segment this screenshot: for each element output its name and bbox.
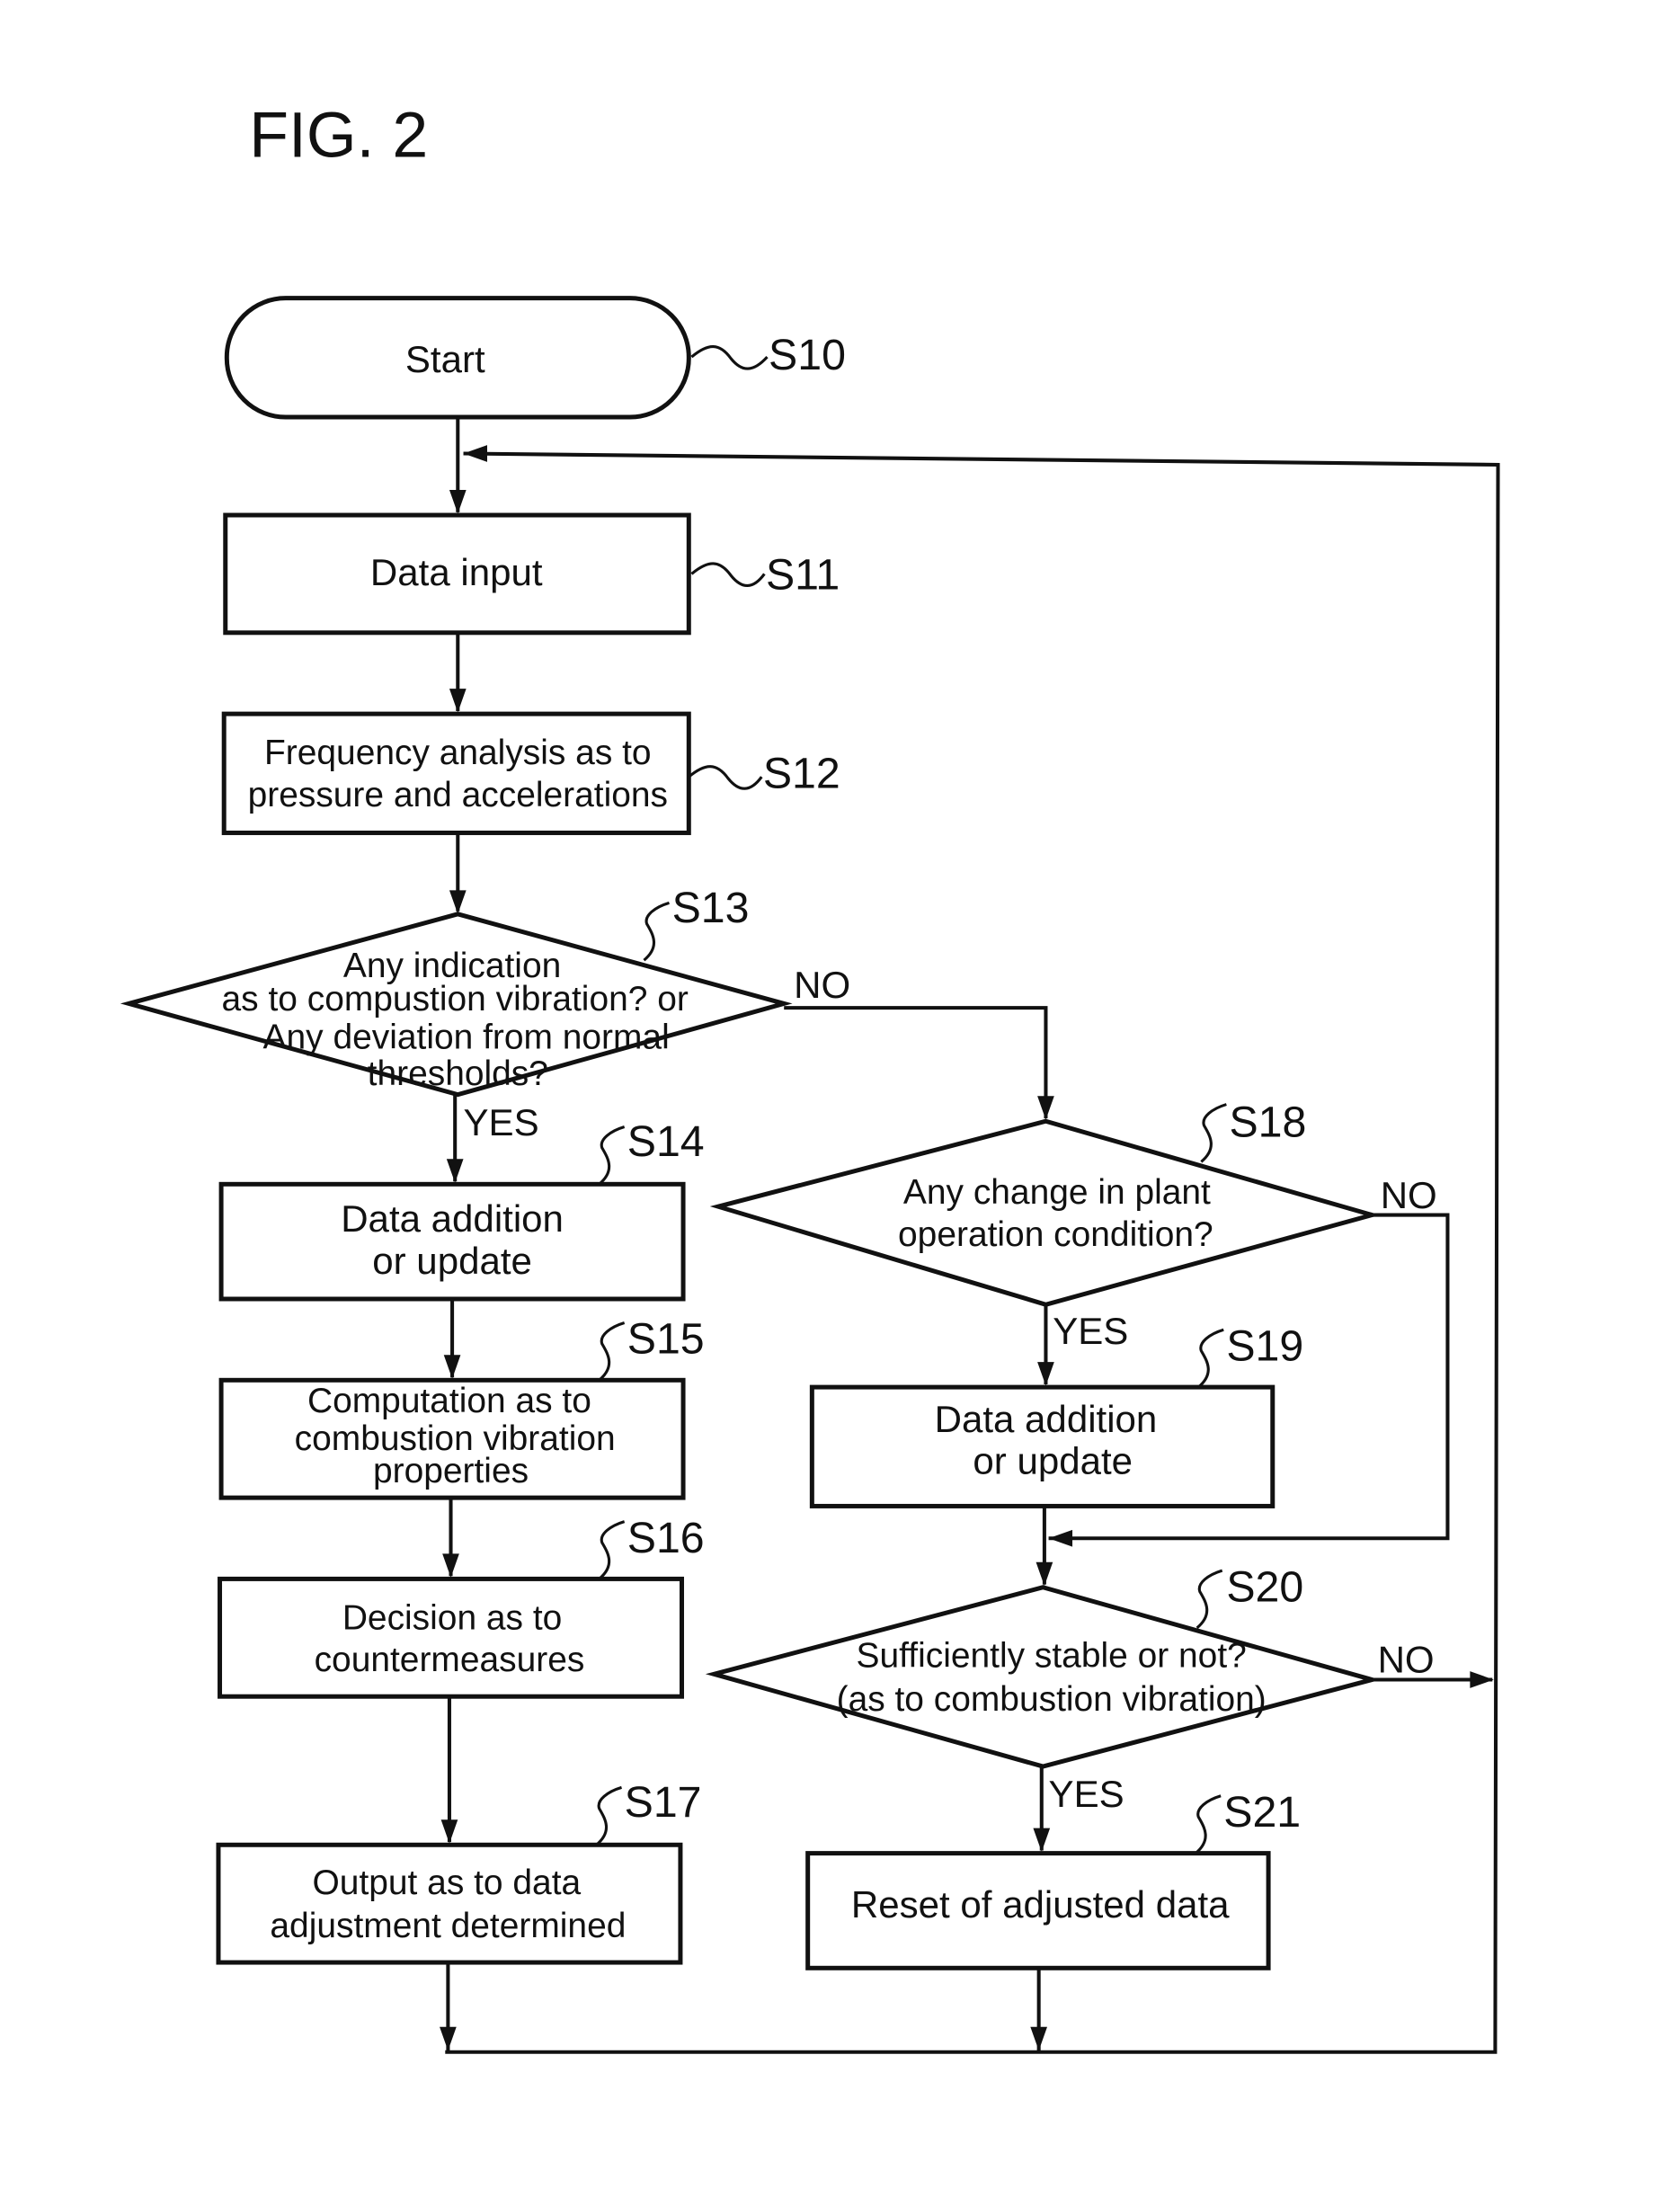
node-s10-start: Start — [224, 296, 691, 420]
node-text: Data input — [370, 551, 543, 593]
node-text: Reset of adjusted data — [851, 1883, 1230, 1926]
step-label-s12: S12 — [763, 750, 840, 798]
step-label-s13: S13 — [672, 884, 750, 932]
step-label-s10: S10 — [769, 331, 846, 379]
leader-s15 — [598, 1321, 626, 1382]
node-text: operation condition? — [898, 1215, 1213, 1254]
leader-s18 — [1200, 1103, 1227, 1163]
node-text: Sufficiently stable or not? — [857, 1637, 1247, 1676]
leader-s16 — [598, 1520, 626, 1580]
step-label-s14: S14 — [627, 1117, 705, 1166]
branch-label-s13-yes: YES — [464, 1101, 539, 1143]
arrow-down-icon — [449, 689, 467, 713]
step-label-s17: S17 — [625, 1778, 702, 1827]
step-label-s15: S15 — [627, 1315, 705, 1364]
node-s20-decision-stability: Sufficiently stable or not? (as to combu… — [705, 1585, 1381, 1769]
leader-s10 — [690, 345, 769, 370]
node-s11-data-input: Data input — [223, 512, 691, 636]
node-text: (as to combustion vibration) — [837, 1680, 1267, 1719]
node-text: Any deviation from normal — [263, 1018, 670, 1056]
arrow-down-icon — [449, 890, 467, 914]
node-text: adjustment determined — [270, 1907, 626, 1945]
arrow-down-icon — [440, 2026, 457, 2051]
leader-s12 — [688, 765, 763, 790]
node-text: or update — [973, 1440, 1133, 1482]
arrow-left-icon — [1048, 1529, 1073, 1547]
flowchart-canvas: FIG. 2 Start Data input Frequency analys… — [120, 99, 1500, 2054]
node-s14-data-addition: Data addition or update — [218, 1181, 686, 1302]
arrow-down-icon — [1036, 1561, 1053, 1587]
node-text: Any change in plant — [903, 1173, 1211, 1212]
node-text: Start — [405, 338, 485, 380]
leader-s20 — [1196, 1569, 1223, 1630]
node-s15-computation: Computation as to combustion vibration p… — [218, 1377, 686, 1500]
node-text: as to compustion vibration? or — [222, 980, 689, 1018]
step-label-s19: S19 — [1226, 1322, 1303, 1371]
arrow-down-icon — [1033, 1828, 1051, 1853]
node-s18-decision-plant-condition: Any change in plant operation condition? — [709, 1118, 1381, 1307]
node-text: pressure and accelerations — [248, 776, 668, 814]
process-box — [221, 711, 691, 835]
node-text: thresholds? — [368, 1054, 548, 1093]
node-s12-frequency-analysis: Frequency analysis as to pressure and ac… — [221, 711, 691, 835]
branch-label-s18-no: NO — [1381, 1174, 1437, 1216]
decision-diamond — [709, 1118, 1381, 1307]
leader-s14 — [598, 1125, 626, 1186]
arrow-down-icon — [446, 1159, 464, 1183]
step-label-s11: S11 — [766, 551, 840, 600]
node-text: Decision as to — [342, 1598, 562, 1637]
step-label-s16: S16 — [627, 1514, 705, 1562]
step-label-s21: S21 — [1223, 1788, 1301, 1837]
branch-label-s18-yes: YES — [1053, 1310, 1128, 1352]
node-text: or update — [372, 1240, 532, 1282]
node-text: Output as to data — [313, 1864, 582, 1902]
node-text: countermeasures — [315, 1641, 585, 1679]
decision-diamond — [705, 1585, 1381, 1769]
node-text: Frequency analysis as to — [264, 734, 652, 772]
arrow-down-icon — [1030, 2026, 1048, 2051]
node-s13-decision-combustion-indication: Any indication as to compustion vibratio… — [120, 912, 793, 1098]
node-s17-output-adjustment: Output as to data adjustment determined — [216, 1842, 683, 1965]
branch-label-s20-yes: YES — [1049, 1773, 1124, 1815]
node-s19-data-addition: Data addition or update — [809, 1384, 1276, 1508]
branch-label-s20-no: NO — [1378, 1639, 1435, 1681]
branch-label-s13-no: NO — [794, 964, 850, 1006]
arrow-down-icon — [1037, 1096, 1054, 1120]
node-text: properties — [373, 1452, 529, 1490]
arrow-down-icon — [443, 1355, 461, 1379]
figure-title: FIG. 2 — [249, 99, 428, 171]
leader-s13 — [643, 901, 670, 962]
leader-s21 — [1195, 1794, 1222, 1855]
node-text: Computation as to — [307, 1382, 591, 1420]
arrow-down-icon — [440, 1819, 458, 1844]
step-label-s20: S20 — [1226, 1562, 1303, 1611]
arrow-right-icon — [1470, 1671, 1494, 1688]
edge-s13-s18-no — [784, 1006, 1048, 1119]
node-s16-decision-countermeasures: Decision as to countermeasures — [218, 1576, 684, 1699]
arrow-down-icon — [442, 1553, 459, 1578]
leader-s19 — [1197, 1328, 1224, 1389]
arrow-down-icon — [449, 489, 467, 514]
node-text: Data addition — [935, 1398, 1158, 1440]
leader-s11 — [690, 562, 766, 587]
leader-s17 — [595, 1785, 622, 1846]
arrow-down-icon — [1037, 1362, 1054, 1386]
node-s21-reset-adjusted-data: Reset of adjusted data — [805, 1851, 1271, 1970]
node-text: Data addition — [341, 1197, 564, 1240]
arrow-left-icon — [463, 445, 488, 462]
step-label-s18: S18 — [1229, 1098, 1306, 1146]
